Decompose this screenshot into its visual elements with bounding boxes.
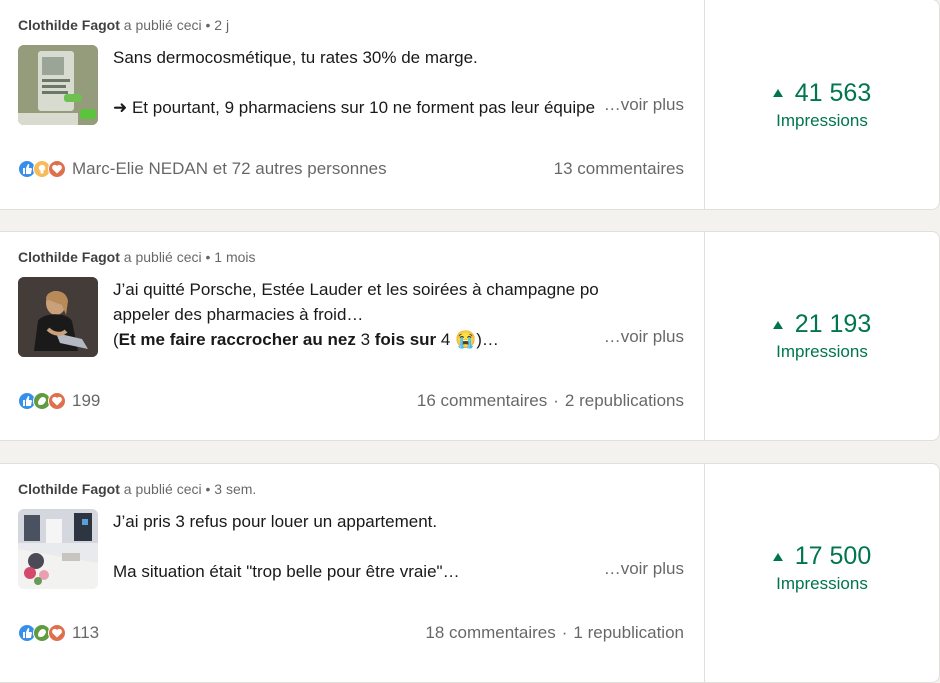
post-text-blank	[113, 534, 598, 559]
post-text-line: J’ai quitté Porsche, Estée Lauder et les…	[113, 280, 598, 299]
reactions-summary[interactable]: 199	[18, 391, 100, 411]
post-text-line: Ma situation était "trop belle pour être…	[113, 562, 460, 581]
see-more-link[interactable]: …voir plus	[595, 327, 684, 347]
reaction-icons	[18, 160, 66, 178]
post-card: Clothilde Fagot a publié ceci • 3 sem. J…	[0, 463, 940, 683]
post-main: Clothilde Fagot a publié ceci • 3 sem. J…	[0, 464, 705, 682]
post-stats: 13 commentaires	[554, 159, 684, 179]
stat-separator: ·	[561, 623, 568, 642]
reactions-summary[interactable]: Marc-Elie NEDAN et 72 autres personnes	[18, 159, 387, 179]
post-text-blank	[113, 70, 598, 95]
impressions-number: 41 563	[794, 78, 872, 107]
reaction-icons	[18, 392, 66, 410]
post-header: Clothilde Fagot a publié ceci • 1 mois	[18, 249, 256, 265]
reposts-count[interactable]: 2 republications	[565, 391, 684, 411]
reactions-count: 199	[72, 391, 101, 410]
impressions-panel: 17 500 Impressions	[705, 464, 939, 682]
text-part: 4	[436, 330, 456, 349]
impressions-label[interactable]: Impressions	[776, 342, 868, 362]
post-footer: 199 16 commentaires · 2 republications	[18, 391, 684, 411]
author-name[interactable]: Clothilde Fagot	[18, 481, 120, 497]
reactions-count: 113	[72, 623, 100, 642]
post-text-line: ➜ Et pourtant, 9 pharmaciens sur 10 ne f…	[113, 98, 596, 117]
see-more-link[interactable]: …voir plus	[595, 95, 684, 115]
impressions-number: 21 193	[794, 310, 872, 338]
reactions-summary[interactable]: 113	[18, 623, 99, 643]
post-thumbnail[interactable]	[18, 45, 98, 125]
post-main: Clothilde Fagot a publié ceci • 2 j Sans…	[0, 0, 705, 209]
post-stats: 16 commentaires · 2 republications	[417, 391, 684, 411]
see-more-link[interactable]: …voir plus	[595, 559, 684, 579]
reactions-text: Marc-Elie NEDAN et 72 autres personnes	[72, 159, 387, 178]
separator-dot: •	[205, 17, 211, 33]
text-part-bold: Et me faire raccrocher au nez	[118, 330, 356, 349]
stat-separator: ·	[553, 391, 559, 410]
trend-up-icon	[772, 552, 783, 561]
post-main: Clothilde Fagot a publié ceci • 1 mois J…	[0, 232, 705, 440]
post-card: Clothilde Fagot a publié ceci • 2 j Sans…	[0, 0, 940, 210]
impressions-value: 21 193	[772, 310, 872, 339]
impressions-label[interactable]: Impressions	[776, 111, 868, 131]
comments-count[interactable]: 18 commentaires	[425, 623, 555, 643]
impressions-value: 17 500	[772, 542, 872, 571]
post-footer: Marc-Elie NEDAN et 72 autres personnes 1…	[18, 159, 684, 179]
post-action: a publié ceci	[123, 481, 202, 497]
trend-up-icon	[772, 89, 783, 97]
love-icon	[48, 624, 66, 642]
post-text-line: (Et me faire raccrocher au nez 3 fois su…	[113, 327, 598, 352]
text-part: 3	[355, 330, 375, 349]
post-text: J’ai pris 3 refus pour louer un appartem…	[113, 509, 598, 584]
post-text: Sans dermocosmétique, tu rates 30% de ma…	[113, 45, 598, 120]
post-thumbnail[interactable]	[18, 509, 98, 589]
author-name[interactable]: Clothilde Fagot	[18, 249, 120, 265]
crying-emoji-icon: 😭	[455, 330, 477, 349]
text-part-bold: fois sur	[374, 330, 437, 349]
post-card: Clothilde Fagot a publié ceci • 1 mois J…	[0, 231, 940, 441]
impressions-number: 17 500	[794, 542, 872, 570]
reposts-count[interactable]: 1 republication	[573, 623, 684, 643]
post-action: a publié ceci	[123, 249, 202, 265]
reaction-icons	[18, 624, 66, 642]
post-action: a publié ceci	[123, 17, 202, 33]
post-time: 2 j	[214, 17, 230, 33]
post-time: 1 mois	[214, 249, 256, 265]
comments-count[interactable]: 16 commentaires	[417, 391, 547, 411]
author-name[interactable]: Clothilde Fagot	[18, 17, 120, 33]
post-header: Clothilde Fagot a publié ceci • 2 j	[18, 17, 229, 33]
post-text-line: appeler des pharmacies à froid…	[113, 305, 364, 324]
post-time: 3 sem.	[214, 481, 257, 497]
post-footer: 113 18 commentaires · 1 republication	[18, 623, 684, 643]
post-stats: 18 commentaires · 1 republication	[425, 623, 684, 643]
impressions-panel: 21 193 Impressions	[705, 232, 939, 440]
comments-count[interactable]: 13 commentaires	[554, 159, 684, 179]
impressions-value: 41 563	[772, 78, 872, 108]
post-text-line: Sans dermocosmétique, tu rates 30% de ma…	[113, 48, 478, 67]
impressions-panel: 41 563 Impressions	[705, 0, 939, 209]
separator-dot: •	[205, 249, 211, 265]
post-header: Clothilde Fagot a publié ceci • 3 sem.	[18, 481, 256, 497]
love-icon	[48, 160, 66, 178]
separator-dot: •	[205, 481, 211, 497]
love-icon	[48, 392, 66, 410]
post-text-line: J’ai pris 3 refus pour louer un appartem…	[113, 512, 438, 531]
trend-up-icon	[772, 320, 783, 329]
post-text: J’ai quitté Porsche, Estée Lauder et les…	[113, 277, 598, 352]
post-thumbnail[interactable]	[18, 277, 98, 357]
text-part: )…	[476, 330, 499, 349]
impressions-label[interactable]: Impressions	[776, 574, 868, 594]
